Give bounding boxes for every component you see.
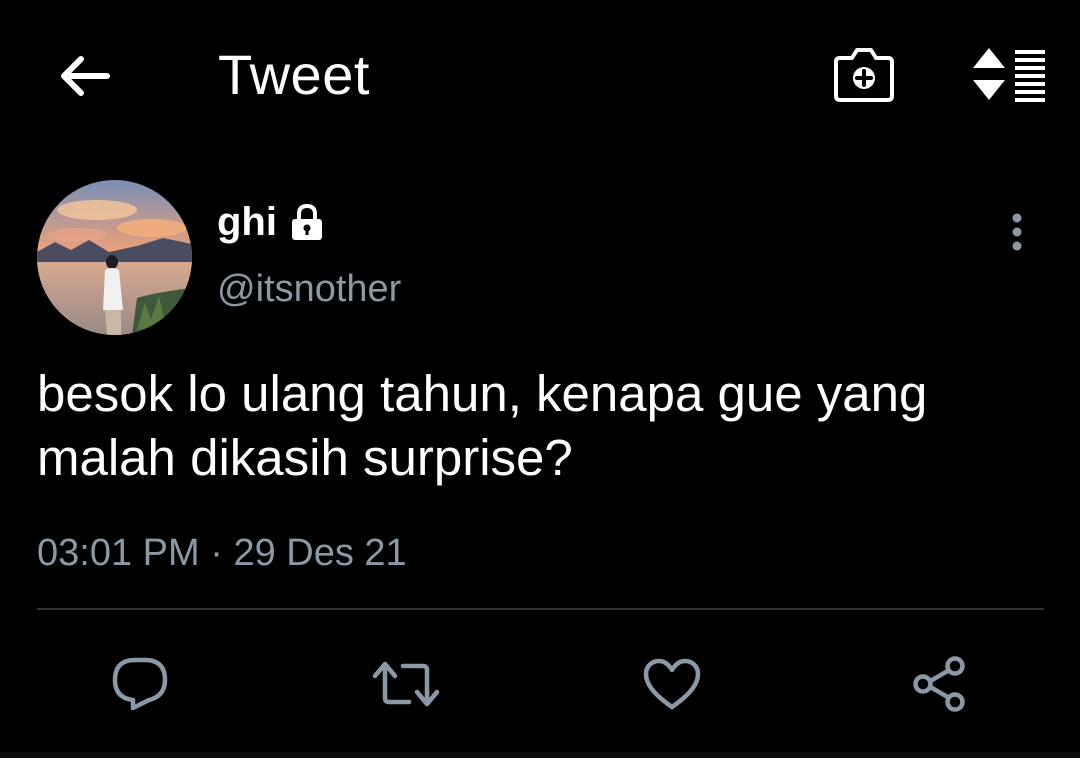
page-title: Tweet — [218, 43, 370, 106]
bottom-edge — [0, 752, 1080, 758]
retweet-button[interactable] — [366, 646, 446, 722]
more-vertical-icon — [1012, 213, 1022, 251]
arrow-left-icon — [61, 56, 110, 96]
display-name[interactable]: ghi — [217, 194, 277, 250]
reply-button[interactable] — [100, 646, 180, 722]
user-handle[interactable]: @itsnother — [217, 264, 401, 314]
share-icon — [913, 656, 965, 712]
avatar-image — [37, 180, 192, 335]
tweet-text: besok lo ulang tahun, kenapa gue yang ma… — [37, 365, 928, 486]
tweet-date: 29 Des 21 — [233, 532, 407, 574]
share-button[interactable] — [900, 646, 980, 722]
camera-button[interactable] — [826, 36, 902, 112]
camera-plus-icon — [834, 48, 894, 102]
top-app-bar: Tweet — [0, 0, 1080, 150]
more-options-button[interactable] — [996, 204, 1038, 260]
tweet-timestamp: 03:01 PM · 29 Des 21 — [37, 528, 407, 578]
tweet-time: 03:01 PM — [37, 532, 200, 574]
divider — [37, 608, 1044, 610]
reply-icon — [112, 657, 168, 711]
timestamp-separator: · — [210, 532, 223, 574]
back-button[interactable] — [52, 44, 116, 108]
avatar[interactable] — [37, 180, 192, 335]
retweet-icon — [372, 661, 440, 707]
lock-icon — [287, 202, 327, 242]
display-name-row: ghi — [217, 194, 327, 250]
sort-list-icon — [973, 48, 1045, 102]
heart-icon — [643, 658, 701, 710]
sort-button[interactable] — [964, 36, 1054, 112]
like-button[interactable] — [632, 646, 712, 722]
